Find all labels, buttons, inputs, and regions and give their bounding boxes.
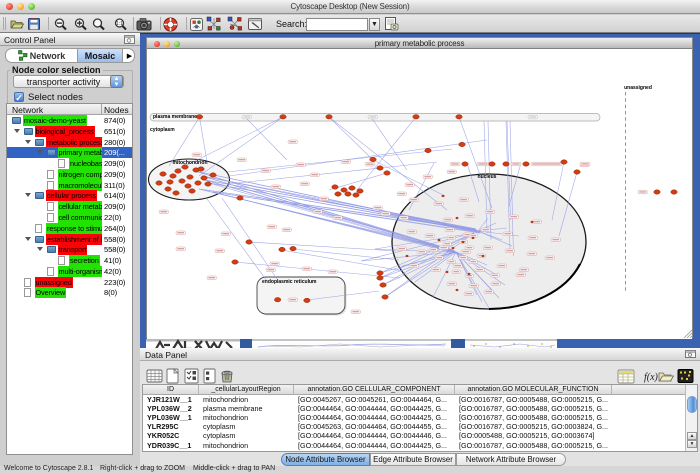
svg-text:f(x): f(x) <box>644 372 659 383</box>
svg-text:1:1: 1:1 <box>116 21 123 27</box>
